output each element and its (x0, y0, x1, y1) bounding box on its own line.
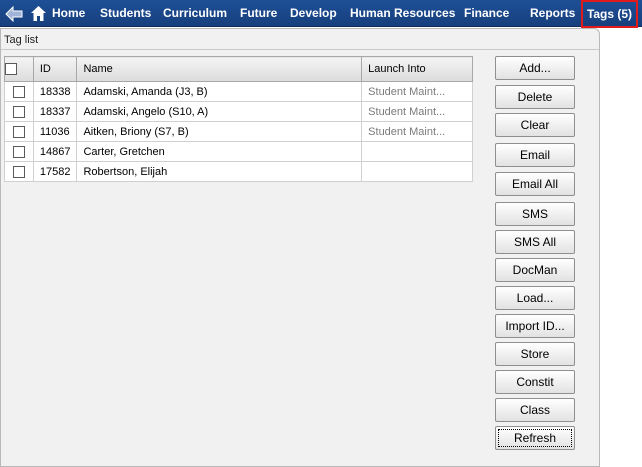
cell-name: Adamski, Angelo (S10, A) (76, 101, 363, 122)
nav-students[interactable]: Students (100, 0, 151, 27)
import-id-button[interactable]: Import ID... (495, 314, 575, 338)
cell-id: 14867 (32, 141, 78, 162)
cell-id: 11036 (32, 121, 78, 142)
table-row[interactable]: 18337 Adamski, Angelo (S10, A) Student M… (4, 101, 473, 122)
nav-curriculum[interactable]: Curriculum (163, 0, 227, 27)
nav-finance[interactable]: Finance (464, 0, 509, 27)
table-row[interactable]: 17582 Robertson, Elijah (4, 161, 473, 182)
table-header-row: ID Name Launch Into (4, 56, 473, 82)
cell-id: 18337 (32, 101, 78, 122)
cell-launch-into[interactable]: Student Maint... (361, 121, 473, 142)
cell-name: Aitken, Briony (S7, B) (76, 121, 363, 142)
cell-name: Adamski, Amanda (J3, B) (76, 81, 363, 102)
docman-button[interactable]: DocMan (495, 258, 575, 282)
sms-all-button[interactable]: SMS All (495, 230, 575, 254)
row-checkbox-cell (4, 81, 34, 102)
constit-button[interactable]: Constit (495, 370, 575, 394)
cell-name: Robertson, Elijah (76, 161, 363, 182)
top-nav-bar: Home Students Curriculum Future Develop … (0, 0, 642, 28)
nav-home[interactable]: Home (52, 0, 85, 27)
cell-id: 17582 (32, 161, 78, 182)
row-checkbox[interactable] (12, 85, 25, 98)
row-checkbox[interactable] (12, 145, 25, 158)
delete-button[interactable]: Delete (495, 85, 575, 109)
select-all-header (4, 56, 34, 82)
table-row[interactable]: 14867 Carter, Gretchen (4, 141, 473, 162)
row-checkbox[interactable] (12, 165, 25, 178)
back-arrow-icon[interactable] (4, 5, 24, 22)
refresh-button[interactable]: Refresh (495, 426, 575, 450)
row-checkbox-cell (4, 161, 34, 182)
cell-launch-into[interactable]: Student Maint... (361, 101, 473, 122)
column-header-id[interactable]: ID (32, 56, 78, 82)
nav-tags[interactable]: Tags (5) (581, 0, 638, 28)
panel-divider (1, 49, 599, 50)
panel-title: Tag list (4, 34, 39, 46)
column-header-launch-into[interactable]: Launch Into (361, 56, 473, 82)
nav-future[interactable]: Future (240, 0, 277, 27)
add-button[interactable]: Add... (495, 56, 575, 80)
cell-launch-into[interactable] (361, 161, 473, 182)
row-checkbox[interactable] (12, 105, 25, 118)
nav-develop[interactable]: Develop (290, 0, 337, 27)
select-all-checkbox[interactable] (5, 63, 17, 76)
cell-launch-into[interactable] (361, 141, 473, 162)
column-header-name[interactable]: Name (76, 56, 363, 82)
tag-list-table: ID Name Launch Into 18338 Adamski, Amand… (4, 56, 473, 182)
store-button[interactable]: Store (495, 342, 575, 366)
cell-launch-into[interactable]: Student Maint... (361, 81, 473, 102)
load-button[interactable]: Load... (495, 286, 575, 310)
home-icon[interactable] (30, 5, 47, 22)
cell-name: Carter, Gretchen (76, 141, 363, 162)
class-button[interactable]: Class (495, 398, 575, 422)
row-checkbox-cell (4, 101, 34, 122)
sms-button[interactable]: SMS (495, 202, 575, 226)
table-row[interactable]: 11036 Aitken, Briony (S7, B) Student Mai… (4, 121, 473, 142)
nav-reports[interactable]: Reports (530, 0, 575, 27)
clear-button[interactable]: Clear (495, 113, 575, 137)
row-checkbox-cell (4, 141, 34, 162)
email-button[interactable]: Email (495, 143, 575, 167)
table-row[interactable]: 18338 Adamski, Amanda (J3, B) Student Ma… (4, 81, 473, 102)
email-all-button[interactable]: Email All (495, 172, 575, 196)
row-checkbox-cell (4, 121, 34, 142)
nav-human-resources[interactable]: Human Resources (350, 0, 455, 27)
row-checkbox[interactable] (12, 125, 25, 138)
cell-id: 18338 (32, 81, 78, 102)
